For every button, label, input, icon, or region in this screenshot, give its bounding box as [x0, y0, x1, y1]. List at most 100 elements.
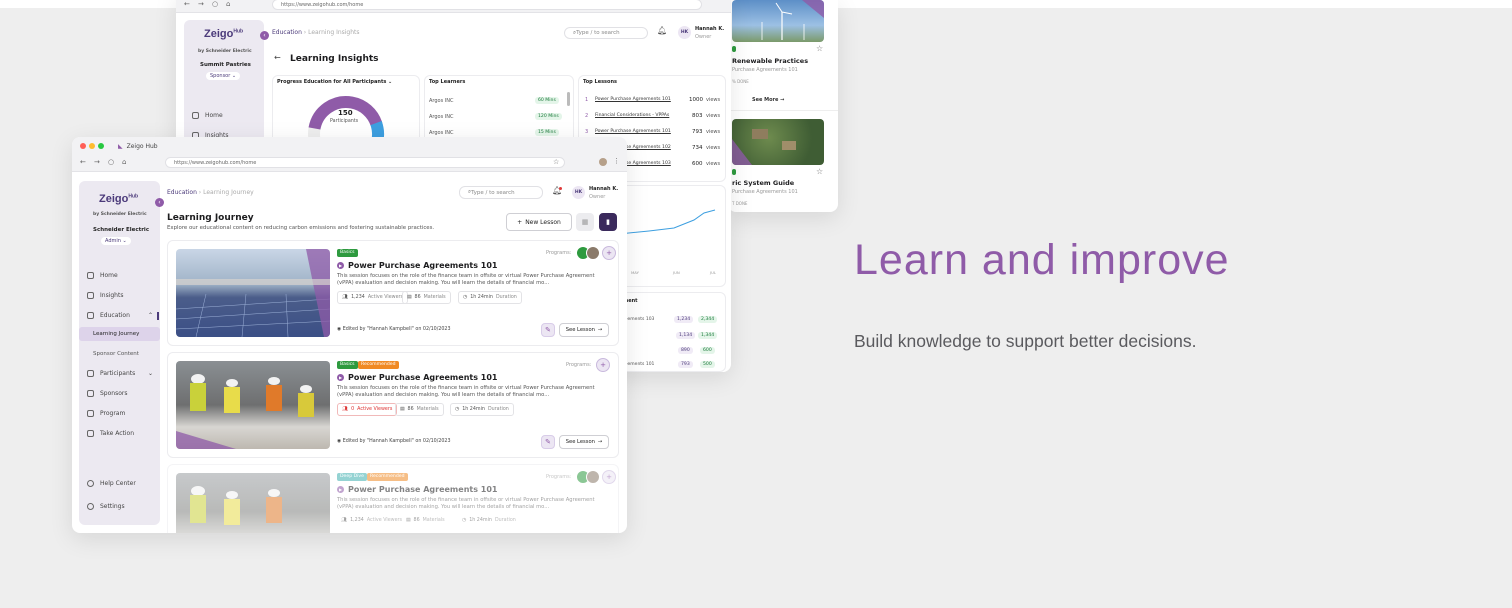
sidebar-item-help-center[interactable]: Help Center: [87, 480, 136, 487]
back-icon[interactable]: ←: [274, 53, 281, 62]
reload-icon[interactable]: ○: [108, 158, 114, 166]
play-icon: ▶: [337, 262, 344, 269]
new-lesson-button[interactable]: + New Lesson: [506, 213, 572, 231]
sidebar-item-insights[interactable]: Insights: [87, 292, 123, 299]
scrollbar[interactable]: [567, 92, 570, 106]
lesson-link[interactable]: Power Purchase Agreements 101: [595, 129, 671, 134]
see-more-link[interactable]: See More →: [752, 97, 784, 103]
progress-panel-title[interactable]: Progress Education for All Participants …: [277, 79, 392, 85]
collapse-sidebar-icon[interactable]: ‹: [260, 31, 269, 40]
card1-meta: % DONE: [732, 79, 749, 84]
sidebar-item-sponsor-content[interactable]: Sponsor Content: [93, 351, 139, 357]
bookmark-star-icon[interactable]: ☆: [553, 158, 559, 166]
add-program-icon[interactable]: +: [602, 246, 616, 260]
forward-arrow-icon[interactable]: →: [94, 158, 100, 166]
role-chip[interactable]: Admin ⌄: [101, 237, 131, 245]
sidebar-item-home[interactable]: Home: [87, 272, 118, 279]
avatar[interactable]: HK: [678, 26, 691, 39]
profile-icon[interactable]: [599, 158, 607, 166]
help-icon: [87, 480, 94, 487]
materials-stat: ▤ 86 Materials: [402, 291, 451, 304]
sponsors-icon: [87, 390, 94, 397]
minimize-window-icon[interactable]: [89, 143, 95, 149]
learner-minutes: 15 Mins: [535, 129, 559, 136]
action-icon: [87, 430, 94, 437]
chevron-down-icon: ⌄: [147, 370, 153, 377]
edit-button[interactable]: ✎: [541, 435, 555, 449]
lesson-card[interactable]: Basics Programs: + ▶ Power Purchase Agre…: [167, 240, 619, 346]
engagement-completions: 500: [700, 361, 715, 368]
lesson-thumbnail: [176, 249, 330, 337]
learner-minutes: 60 Mins: [535, 97, 559, 104]
breadcrumb-education[interactable]: Education: [272, 29, 302, 36]
green-badge: [732, 169, 736, 175]
browser-tab[interactable]: ◣ Zeigo Hub: [118, 140, 158, 152]
bell-icon[interactable]: 🔔︎: [657, 26, 667, 35]
close-window-icon[interactable]: [80, 143, 86, 149]
duration-label: Duration: [495, 295, 517, 300]
star-icon[interactable]: ☆: [816, 44, 823, 53]
forward-arrow-icon[interactable]: →: [198, 0, 204, 8]
edit-button[interactable]: ✎: [541, 323, 555, 337]
breadcrumb-education[interactable]: Education: [167, 189, 197, 196]
sidebar-item-participants[interactable]: Participants ⌄: [87, 370, 153, 377]
search-input[interactable]: ⌕ Type / to search: [564, 27, 648, 39]
lesson-card[interactable]: Deep Dive Recommended Programs: + ▶ Powe…: [167, 464, 619, 533]
lesson-title[interactable]: Power Purchase Agreements 101: [348, 485, 497, 494]
learner-name: Argos INC: [429, 98, 454, 104]
program-avatars[interactable]: +: [576, 470, 616, 484]
lesson-link[interactable]: Power Purchase Agreements 101: [595, 97, 671, 102]
home-icon[interactable]: ⌂: [226, 0, 230, 8]
engineers-illustration: [176, 374, 314, 449]
avatar[interactable]: HK: [572, 186, 585, 199]
see-lesson-button[interactable]: See Lesson →: [559, 323, 609, 337]
program-avatars[interactable]: +: [576, 246, 616, 260]
sidebar-item-sponsors[interactable]: Sponsors: [87, 390, 127, 397]
notification-dot: [559, 187, 562, 190]
grid-view-button[interactable]: ▦: [576, 213, 594, 231]
lesson-description: This session focuses on the role of the …: [337, 497, 595, 510]
sidebar-item-home[interactable]: Home: [192, 112, 223, 119]
sidebar-item-program[interactable]: Program: [87, 410, 125, 417]
lesson-link[interactable]: Financial Considerations - VPPAs: [595, 113, 669, 118]
lesson-title[interactable]: Power Purchase Agreements 101: [348, 373, 497, 382]
arrow-right-icon: →: [597, 439, 603, 445]
wind-turbines-illustration: [761, 0, 824, 40]
see-lesson-button[interactable]: See Lesson →: [559, 435, 609, 449]
star-icon[interactable]: ☆: [816, 167, 823, 176]
search-input[interactable]: ⌕ Type / to search: [459, 186, 543, 199]
lesson-views: 600: [692, 161, 703, 167]
sidebar-item-take-action[interactable]: Take Action: [87, 430, 134, 437]
learner-minutes: 120 Mins: [535, 113, 562, 120]
document-icon: ▤: [407, 295, 412, 300]
duration-stat: ◷ 1h 24min Duration: [450, 403, 514, 416]
lesson-card[interactable]: Basics Recommended Programs: + ▶ Power P…: [167, 352, 619, 458]
search-placeholder: Type / to search: [576, 30, 620, 36]
engagement-row-name: reements 101: [623, 362, 655, 367]
home-icon[interactable]: ⌂: [122, 158, 126, 166]
sidebar-item-settings[interactable]: Settings: [87, 503, 125, 510]
back-arrow-icon[interactable]: ←: [80, 158, 86, 166]
sidebar-item-label: Help Center: [100, 480, 136, 487]
address-bar[interactable]: https://www.zeigohub.com/home: [272, 0, 702, 10]
chart-view-button[interactable]: ▮: [599, 213, 617, 231]
back-arrow-icon[interactable]: ←: [184, 0, 190, 8]
role-chip[interactable]: Sponsor ⌄: [206, 72, 241, 80]
sidebar-item-learning-journey[interactable]: Learning Journey: [79, 327, 160, 341]
program-avatar: [586, 246, 600, 260]
add-program-icon[interactable]: +: [602, 470, 616, 484]
browser-menu-icon[interactable]: ⋮: [613, 157, 620, 165]
address-bar[interactable]: https://www.zeigohub.com/home: [165, 157, 565, 168]
viewers-icon: 👥︎: [341, 518, 348, 523]
add-program-icon[interactable]: +: [596, 358, 610, 372]
maximize-window-icon[interactable]: [98, 143, 104, 149]
right-window: ☆ Renewable Practices Purchase Agreement…: [728, 0, 838, 212]
duration-value: 1h 24min: [469, 518, 492, 523]
org-name: Summit Pastries: [200, 62, 251, 68]
duration-stat: ◷ 1h 24min Duration: [458, 291, 522, 304]
viewers-icon: 👥︎: [342, 407, 349, 412]
lesson-title[interactable]: Power Purchase Agreements 101: [348, 261, 497, 270]
collapse-sidebar-icon[interactable]: ‹: [155, 198, 164, 207]
reload-icon[interactable]: ○: [212, 0, 218, 8]
sidebar-item-education[interactable]: Education ⌃: [87, 312, 153, 319]
